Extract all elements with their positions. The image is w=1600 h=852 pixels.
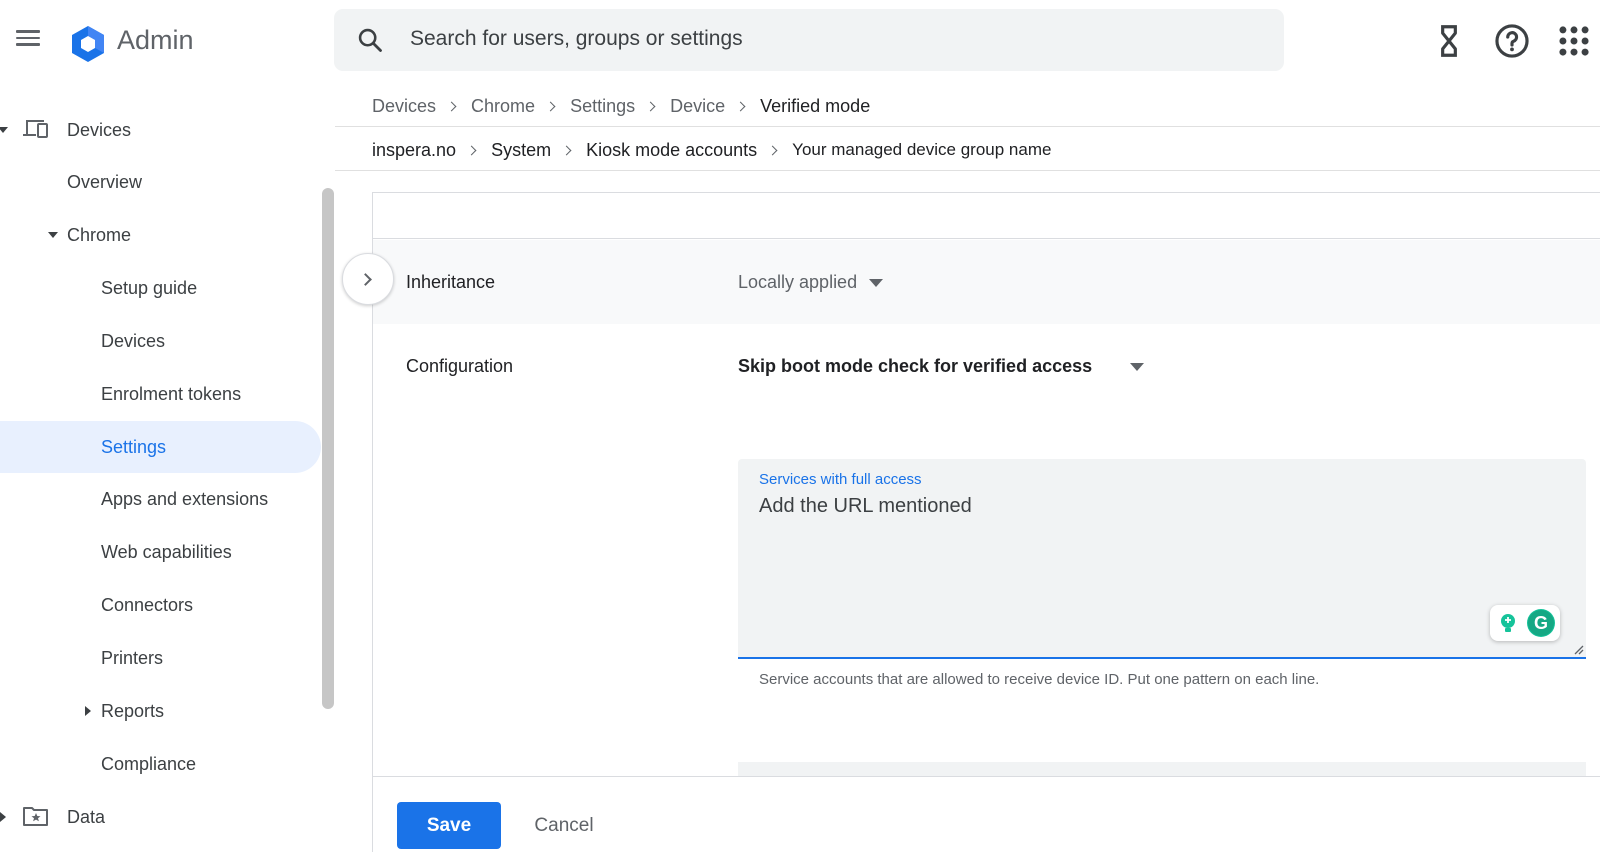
- expand-panel-button[interactable]: [342, 253, 394, 305]
- chevron-right-icon: [446, 101, 457, 111]
- sidebar-item-reports[interactable]: Reports: [0, 686, 320, 736]
- org-unit-root[interactable]: inspera.no: [372, 140, 456, 161]
- search-icon[interactable]: [356, 26, 384, 54]
- breadcrumb-settings[interactable]: Settings: [570, 96, 635, 117]
- sidebar-item-setup-guide[interactable]: Setup guide: [0, 263, 320, 313]
- divider: [335, 126, 1600, 127]
- card-border: [372, 239, 373, 852]
- sidebar-item-label: Compliance: [101, 753, 197, 774]
- sidebar-item-enrolment-tokens[interactable]: Enrolment tokens: [0, 369, 320, 419]
- chevron-right-icon: [359, 273, 372, 286]
- chevron-right-icon: [561, 145, 572, 155]
- sidebar-item-compliance[interactable]: Compliance: [0, 739, 320, 789]
- configuration-dropdown[interactable]: Skip boot mode check for verified access: [738, 356, 1144, 377]
- top-bar: Admin Search for users, groups or settin…: [0, 0, 1600, 82]
- save-button[interactable]: Save: [397, 802, 501, 849]
- inheritance-value: Locally applied: [738, 272, 858, 292]
- breadcrumb-chrome[interactable]: Chrome: [471, 96, 535, 117]
- sidebar-item-label: Data: [67, 806, 106, 827]
- caret-down-icon[interactable]: [48, 232, 58, 238]
- breadcrumb-current: Verified mode: [760, 95, 871, 116]
- sidebar-scrollbar[interactable]: [322, 188, 334, 709]
- dropdown-arrow-icon: [1130, 362, 1144, 371]
- field-helper-text: Service accounts that are allowed to rec…: [759, 671, 1320, 688]
- sidebar-item-devices[interactable]: Devices: [0, 105, 320, 155]
- sidebar-item-overview[interactable]: Overview: [0, 157, 320, 207]
- field-value[interactable]: Add the URL mentioned: [759, 495, 972, 518]
- svg-text:G: G: [1534, 613, 1548, 633]
- configuration-value: Skip boot mode check for verified access: [738, 356, 1093, 376]
- sidebar-item-label: Reports: [101, 700, 165, 721]
- resize-handle-icon[interactable]: [1572, 643, 1584, 655]
- chevron-right-icon: [545, 101, 556, 111]
- sidebar-item-label: Apps and extensions: [101, 488, 269, 509]
- org-unit-current: Your managed device group name: [792, 140, 1052, 159]
- sidebar-item-label: Overview: [67, 171, 143, 192]
- sidebar-item-web-capabilities[interactable]: Web capabilities: [0, 527, 320, 577]
- chevron-right-icon: [735, 101, 746, 111]
- admin-logo-icon[interactable]: [68, 24, 108, 64]
- inheritance-dropdown[interactable]: Locally applied: [738, 272, 884, 293]
- breadcrumb-device[interactable]: Device: [670, 96, 725, 117]
- sidebar-item-label: Enrolment tokens: [101, 383, 242, 404]
- app-name[interactable]: Admin: [117, 25, 194, 56]
- inheritance-label: Inheritance: [406, 272, 496, 292]
- search-bar[interactable]: Search for users, groups or settings: [334, 9, 1284, 71]
- org-unit-kiosk[interactable]: Kiosk mode accounts: [586, 140, 757, 161]
- breadcrumb-devices[interactable]: Devices: [372, 96, 436, 117]
- sidebar-item-label: Chrome: [67, 224, 132, 245]
- org-unit-system[interactable]: System: [491, 140, 551, 161]
- chevron-right-icon: [767, 145, 778, 155]
- sidebar-item-label: Devices: [67, 119, 132, 140]
- sidebar-item-settings[interactable]: Settings: [0, 421, 321, 473]
- devices-icon: [23, 120, 48, 138]
- sidebar-item-apps-extensions[interactable]: Apps and extensions: [0, 474, 320, 524]
- apps-grid-icon[interactable]: [1555, 22, 1593, 60]
- caret-down-icon[interactable]: [0, 127, 8, 133]
- caret-right-icon[interactable]: [0, 812, 6, 822]
- services-full-access-field[interactable]: Services with full access Add the URL me…: [738, 459, 1586, 659]
- sidebar: Devices Overview Chrome Setup guide Devi…: [0, 82, 335, 852]
- chevron-right-icon: [645, 101, 656, 111]
- cancel-button[interactable]: Cancel: [522, 802, 606, 849]
- menu-icon[interactable]: [16, 26, 48, 56]
- chevron-right-icon: [466, 145, 477, 155]
- org-unit-breadcrumb: inspera.no System Kiosk mode accounts Yo…: [372, 134, 1051, 166]
- sidebar-item-printers[interactable]: Printers: [0, 633, 320, 683]
- field-label: Services with full access: [759, 471, 922, 488]
- sidebar-item-label: Settings: [101, 436, 167, 457]
- sidebar-item-chrome-devices[interactable]: Devices: [0, 316, 320, 366]
- inheritance-row: [373, 240, 1600, 324]
- sidebar-item-chrome[interactable]: Chrome: [0, 210, 320, 260]
- caret-right-icon[interactable]: [85, 706, 91, 716]
- divider: [335, 170, 1600, 171]
- dropdown-arrow-icon: [869, 278, 884, 287]
- next-field: [738, 762, 1586, 776]
- grammarly-icon[interactable]: G: [1526, 608, 1556, 638]
- sidebar-item-label: Connectors: [101, 594, 194, 615]
- sidebar-item-label: Printers: [101, 647, 164, 668]
- sidebar-item-data[interactable]: Data: [0, 792, 320, 842]
- grammarly-widget[interactable]: G: [1490, 605, 1560, 641]
- sidebar-item-label: Setup guide: [101, 277, 198, 298]
- sidebar-item-label: Web capabilities: [101, 541, 232, 562]
- help-icon[interactable]: [1493, 22, 1531, 60]
- search-input[interactable]: Search for users, groups or settings: [410, 27, 743, 51]
- hourglass-icon[interactable]: [1430, 22, 1468, 60]
- sidebar-item-connectors[interactable]: Connectors: [0, 580, 320, 630]
- breadcrumb: Devices Chrome Settings Device Verified …: [372, 90, 870, 122]
- folder-star-icon: [23, 807, 48, 826]
- configuration-label: Configuration: [406, 356, 514, 376]
- lightbulb-icon[interactable]: [1496, 611, 1520, 635]
- card-header: [372, 192, 1600, 239]
- sidebar-item-label: Devices: [101, 330, 166, 351]
